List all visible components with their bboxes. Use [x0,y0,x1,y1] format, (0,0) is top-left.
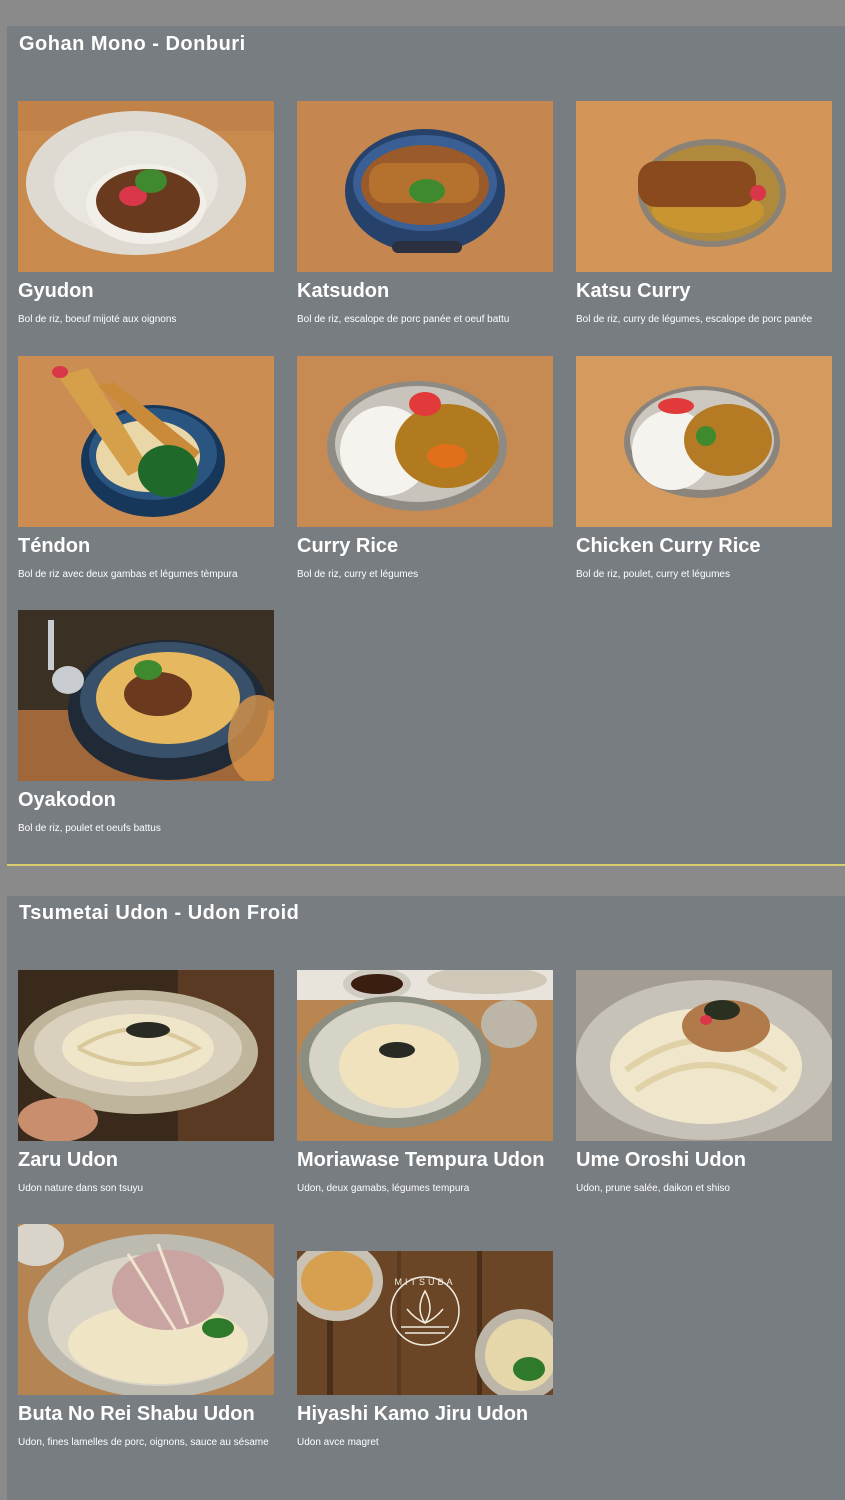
mitsuba-logo-photo: MITSUBA [297,1251,553,1395]
item-description: Bol de riz, escalope de porc panée et oe… [297,314,510,325]
chicken-curry-rice-photo [576,356,832,527]
menu-item-hiyashi-kamo-jiru-udon[interactable]: MITSUBA Hiyashi Kamo Jiru Udon Udon avce… [297,1251,553,1453]
item-description: Udon, deux gamabs, légumes tempura [297,1183,470,1194]
katsu-curry-photo [576,101,832,272]
donburi-section: Gohan Mono - Donburi Gyudon Bol de riz, … [7,26,845,864]
oyakodon-bowl-photo [18,610,274,781]
mitsuba-logo-text: MITSUBA [394,1277,455,1287]
item-name: Chicken Curry Rice [576,535,761,557]
menu-item-katsudon[interactable]: Katsudon Bol de riz, escalope de porc pa… [297,101,553,330]
section-title: Gohan Mono - Donburi [19,33,246,55]
menu-item-tendon[interactable]: Téndon Bol de riz avec deux gambas et lé… [18,356,274,585]
ume-oroshi-udon-photo [576,970,832,1141]
menu-item-chicken-curry-rice[interactable]: Chicken Curry Rice Bol de riz, poulet, c… [576,356,832,585]
curry-rice-photo [297,356,553,527]
item-name: Buta No Rei Shabu Udon [18,1403,255,1425]
gyudon-bowl-photo [18,101,274,272]
moriawase-udon-photo [297,970,553,1141]
menu-item-oyakodon[interactable]: Oyakodon Bol de riz, poulet et oeufs bat… [18,610,274,839]
item-name: Téndon [18,535,91,557]
menu-item-gyudon[interactable]: Gyudon Bol de riz, boeuf mijoté aux oign… [18,101,274,330]
item-name: Zaru Udon [18,1149,118,1171]
item-name: Katsu Curry [576,280,691,302]
menu-item-zaru-udon[interactable]: Zaru Udon Udon nature dans son tsuyu [18,970,274,1199]
item-name: Hiyashi Kamo Jiru Udon [297,1403,529,1425]
item-name: Ume Oroshi Udon [576,1149,747,1171]
item-name: Katsudon [297,280,390,302]
menu-item-buta-no-rei-shabu-udon[interactable]: Buta No Rei Shabu Udon Udon, fines lamel… [18,1224,274,1453]
menu-item-ume-oroshi-udon[interactable]: Ume Oroshi Udon Udon, prune salée, daiko… [576,970,832,1199]
item-name: Moriawase Tempura Udon [297,1149,545,1171]
item-description: Bol de riz, poulet et oeufs battus [18,823,161,834]
item-description: Bol de riz, curry de légumes, escalope d… [576,314,813,325]
item-description: Bol de riz, curry et légumes [297,569,419,580]
menu-item-curry-rice[interactable]: Curry Rice Bol de riz, curry et légumes [297,356,553,585]
zaru-udon-photo [18,970,274,1141]
item-name: Gyudon [18,280,94,302]
section-divider [7,864,845,866]
item-description: Bol de riz avec deux gambas et légumes t… [18,569,238,580]
katsudon-bowl-photo [297,101,553,272]
item-description: Udon nature dans son tsuyu [18,1183,144,1194]
item-name: Curry Rice [297,535,399,557]
item-description: Udon avce magret [297,1437,379,1448]
menu-item-moriawase-tempura-udon[interactable]: Moriawase Tempura Udon Udon, deux gamabs… [297,970,553,1199]
item-description: Bol de riz, boeuf mijoté aux oignons [18,314,177,325]
tendon-bowl-photo [18,356,274,527]
section-title: Tsumetai Udon - Udon Froid [19,902,300,924]
item-description: Udon, prune salée, daikon et shiso [576,1183,730,1194]
menu-item-katsu-curry[interactable]: Katsu Curry Bol de riz, curry de légumes… [576,101,832,330]
item-description: Bol de riz, poulet, curry et légumes [576,569,730,580]
item-description: Udon, fines lamelles de porc, oignons, s… [18,1437,269,1448]
udon-froid-section: Tsumetai Udon - Udon Froid Zaru Udon Udo… [7,896,845,1500]
buta-shabu-udon-photo [18,1224,274,1395]
item-name: Oyakodon [18,789,116,811]
